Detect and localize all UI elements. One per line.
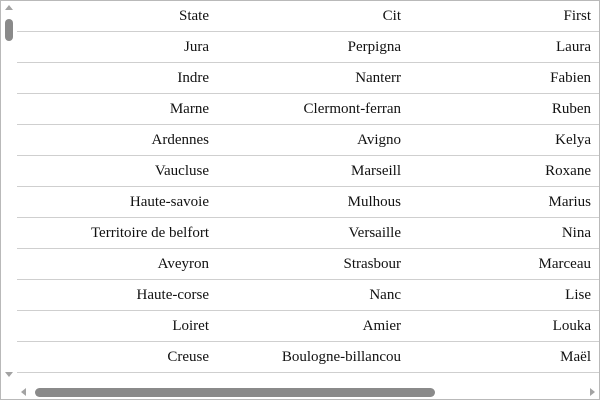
scroll-up-icon[interactable] bbox=[5, 5, 13, 10]
cell-city: Perpigna bbox=[347, 39, 401, 55]
cell-state: Territoire de belfort bbox=[90, 225, 209, 241]
vertical-scroll-thumb[interactable] bbox=[5, 19, 13, 41]
cell-first: Maël bbox=[560, 349, 591, 365]
cell-state: Ardennes bbox=[151, 132, 209, 148]
cell-city: Strasbour bbox=[343, 256, 402, 272]
cell-state: Creuse bbox=[167, 349, 209, 365]
cell-first: Kelya bbox=[555, 132, 591, 148]
cell-state: Haute-savoie bbox=[129, 194, 209, 210]
cell-city: Nanterr bbox=[355, 70, 401, 86]
cell-city: Clermont-ferran bbox=[303, 101, 401, 117]
table-row[interactable]: Territoire de belfort Versaille Nina bbox=[17, 218, 599, 249]
cell-city: Nanc bbox=[369, 287, 401, 303]
cell-city: Marseill bbox=[351, 163, 401, 179]
scroll-right-icon[interactable] bbox=[590, 388, 595, 396]
grid-table: State Cit First Jura Perpigna Laura Indre Na… bbox=[17, 1, 599, 373]
scroll-down-icon[interactable] bbox=[5, 372, 13, 377]
table-row[interactable]: Aveyron Strasbour Marceau bbox=[17, 249, 599, 280]
table-row[interactable]: Loiret Amier Louka bbox=[17, 311, 599, 342]
cell-state: Marne bbox=[169, 101, 209, 117]
vertical-scrollbar[interactable] bbox=[1, 1, 16, 385]
scroll-left-icon[interactable] bbox=[21, 388, 26, 396]
column-header-city[interactable]: Cit bbox=[219, 1, 401, 31]
cell-state: Haute-corse bbox=[136, 287, 209, 303]
cell-state: Jura bbox=[184, 39, 209, 55]
data-grid: State Cit First Jura Perpigna Laura Indre Na… bbox=[0, 0, 600, 400]
column-header-first[interactable]: First bbox=[411, 1, 591, 31]
cell-city: Versaille bbox=[348, 225, 401, 241]
table-row[interactable]: Marne Clermont-ferran Ruben bbox=[17, 94, 599, 125]
cell-state: Loiret bbox=[172, 318, 209, 334]
cell-city: Avigno bbox=[357, 132, 401, 148]
cell-first: Roxane bbox=[545, 163, 591, 179]
horizontal-scroll-thumb[interactable] bbox=[35, 388, 435, 397]
cell-city: Boulogne-billancou bbox=[281, 349, 401, 365]
header-row: State Cit First bbox=[17, 1, 599, 32]
cell-first: Marius bbox=[548, 194, 592, 210]
cell-state: Indre bbox=[177, 70, 209, 86]
table-row[interactable]: Haute-corse Nanc Lise bbox=[17, 280, 599, 311]
table-row[interactable]: Vaucluse Marseill Roxane bbox=[17, 156, 599, 187]
cell-city: Amier bbox=[362, 318, 401, 334]
table-row[interactable]: Haute-savoie Mulhous Marius bbox=[17, 187, 599, 218]
cell-first: Nina bbox=[561, 225, 591, 241]
cell-city: Mulhous bbox=[347, 194, 401, 210]
cell-first: Laura bbox=[556, 39, 591, 55]
grid-viewport[interactable]: State Cit First Jura Perpigna Laura Indre Na… bbox=[17, 1, 599, 385]
cell-first: Marceau bbox=[538, 256, 591, 272]
table-row[interactable]: Jura Perpigna Laura bbox=[17, 32, 599, 63]
table-row[interactable]: Indre Nanterr Fabien bbox=[17, 63, 599, 94]
table-body: Jura Perpigna Laura Indre Nanterr Fabien Marne… bbox=[17, 32, 599, 373]
cell-state: Aveyron bbox=[157, 256, 209, 272]
table-row[interactable]: Ardennes Avigno Kelya bbox=[17, 125, 599, 156]
horizontal-scrollbar[interactable] bbox=[1, 385, 599, 399]
table-row[interactable]: Creuse Boulogne-billancou Maël bbox=[17, 342, 599, 373]
cell-first: Fabien bbox=[550, 70, 591, 86]
cell-first: Lise bbox=[565, 287, 591, 303]
cell-first: Louka bbox=[552, 318, 591, 334]
column-header-state[interactable]: State bbox=[17, 1, 209, 31]
cell-first: Ruben bbox=[551, 101, 591, 117]
cell-state: Vaucluse bbox=[154, 163, 209, 179]
